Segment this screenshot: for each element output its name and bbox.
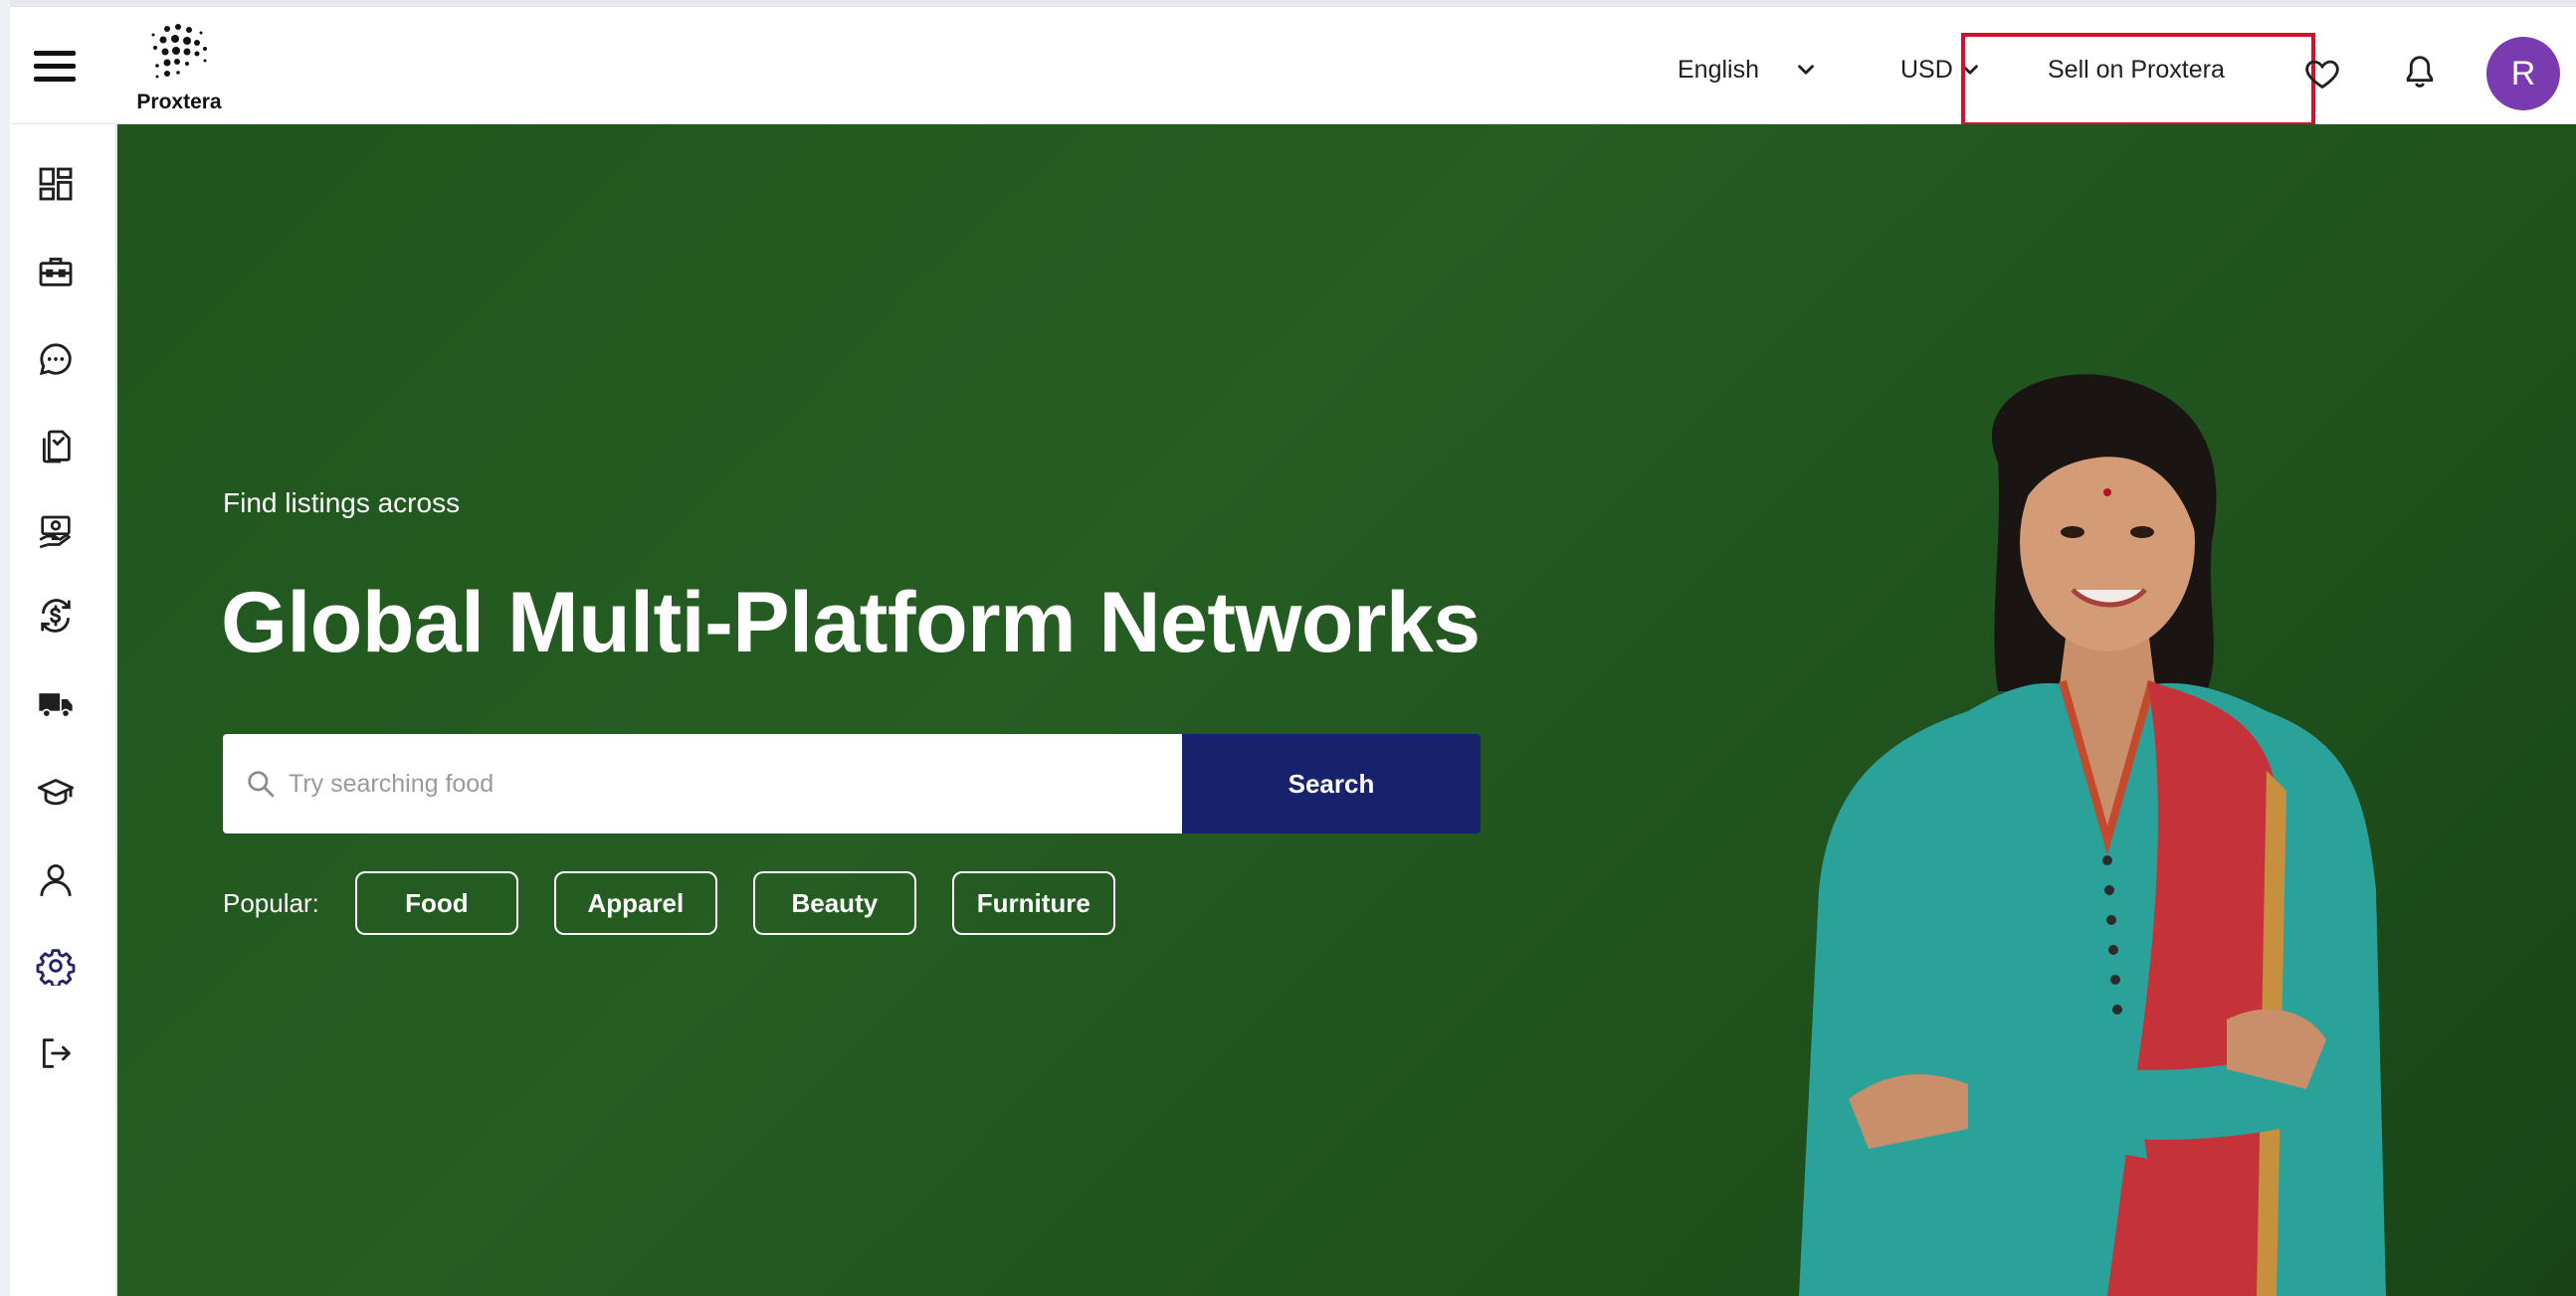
bell-icon[interactable] — [2401, 51, 2439, 93]
truck-icon[interactable] — [36, 684, 76, 724]
payment-icon[interactable] — [36, 512, 76, 552]
hero-banner: Find listings across Global Multi-Platfo… — [117, 124, 2576, 1296]
logo-text: Proxtera — [136, 91, 222, 113]
dashboard-icon[interactable] — [36, 164, 76, 204]
settings-icon[interactable] — [36, 946, 76, 986]
sidebar — [10, 124, 117, 1296]
popular-tags: Popular: Food Apparel Beauty Furniture — [223, 870, 1151, 936]
search-button[interactable]: Search — [1182, 734, 1481, 833]
chat-icon[interactable] — [36, 339, 76, 379]
search-input[interactable] — [287, 768, 1166, 800]
language-select[interactable]: English — [1678, 50, 1819, 90]
currency-label: USD — [1900, 55, 1953, 84]
menu-icon[interactable] — [34, 51, 78, 83]
sell-on-proxtera-button[interactable]: Sell on Proxtera — [2048, 50, 2225, 90]
logo-mark-icon — [151, 24, 207, 79]
search-field[interactable] — [223, 734, 1182, 833]
top-header: Proxtera English USD Sell on Proxtera R — [10, 7, 2576, 126]
tag-food-button[interactable]: Food — [354, 871, 518, 935]
user-icon[interactable] — [36, 860, 76, 900]
sell-label: Sell on Proxtera — [2048, 55, 2225, 84]
search-bar: Search — [223, 734, 1481, 833]
logo[interactable]: Proxtera — [129, 21, 249, 116]
briefcase-icon[interactable] — [36, 252, 76, 291]
tag-apparel-button[interactable]: Apparel — [553, 871, 717, 935]
tag-beauty-button[interactable]: Beauty — [752, 871, 916, 935]
window-top-border — [0, 0, 2576, 7]
documents-icon[interactable] — [36, 427, 76, 466]
currency-exchange-icon[interactable] — [36, 596, 76, 636]
language-label: English — [1678, 55, 1759, 84]
tag-furniture-button[interactable]: Furniture — [951, 871, 1115, 935]
hero-subtitle: Find listings across — [223, 487, 461, 518]
avatar[interactable]: R — [2486, 37, 2560, 110]
logout-icon[interactable] — [36, 1033, 76, 1073]
chevron-down-icon — [1798, 65, 1814, 75]
hero-title: Global Multi-Platform Networks — [221, 575, 1481, 670]
hero-person-image — [1799, 374, 2386, 1296]
window-left-border — [0, 0, 10, 1296]
graduation-cap-icon[interactable] — [36, 773, 76, 813]
popular-label: Popular: — [223, 887, 319, 918]
heart-icon[interactable] — [2302, 55, 2342, 93]
search-icon — [248, 771, 275, 798]
